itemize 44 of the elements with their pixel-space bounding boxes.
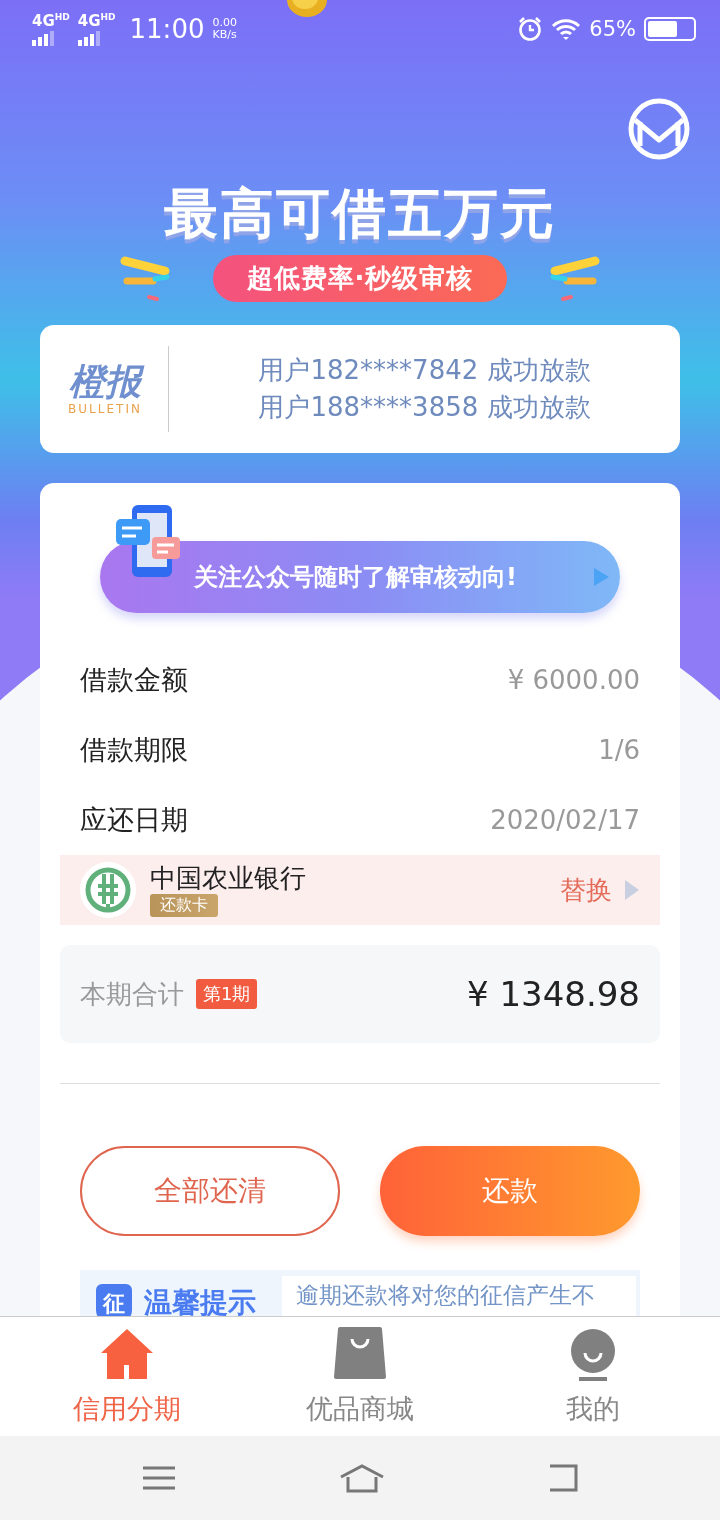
detail-label: 借款期限 (80, 733, 188, 767)
speed-unit: KB/s (212, 29, 237, 41)
back-icon[interactable] (547, 1463, 580, 1493)
shield-icon: 征 (96, 1284, 132, 1316)
loan-message: 用户182****7842 成功放款 (258, 354, 591, 386)
nav-tab[interactable]: 信用分期 (26, 1326, 227, 1427)
total-label: 本期合计 (80, 977, 184, 1011)
nav-tab[interactable]: 我的 (493, 1326, 694, 1427)
replace-link[interactable]: 替换 (560, 872, 640, 908)
network-label: 4G$^{HD}$ (32, 12, 70, 29)
tip-text: 逾期还款将对您的征信产生不 (296, 1281, 596, 1310)
bank-name: 中国农业银行 (150, 862, 306, 895)
network-label: 4G$^{HD}$ (77, 12, 116, 29)
network-speed: 0.00 (212, 17, 237, 29)
period-badge: 第1期 (196, 979, 258, 1009)
pay-all-button[interactable]: 全部还清 (80, 1146, 340, 1236)
detail-value: 1/6 (598, 735, 640, 765)
total-amount: ¥ 1348.98 (466, 974, 640, 1014)
detail-value: 2020/02/17 (490, 805, 640, 835)
headline: 最高可借五万元 (164, 181, 556, 247)
bulletin-logo-caption: BULLETIN (68, 401, 142, 416)
nav-tab[interactable]: 优品商城 (260, 1326, 460, 1427)
loan-message: 用户188****3858 成功放款 (258, 392, 591, 424)
banner-text: 关注公众号随时了解审核动向! (194, 562, 518, 593)
detail-label: 应还日期 (80, 803, 188, 837)
alarm-icon (517, 16, 544, 42)
signal-icon (32, 30, 54, 46)
repay-button[interactable]: 还款 (380, 1146, 640, 1236)
play-icon (624, 879, 640, 901)
menu-icon[interactable] (140, 1465, 177, 1491)
tip-title: 温馨提示 (144, 1285, 256, 1316)
signal-icon (77, 30, 100, 46)
follow-banner[interactable]: 关注公众号随时了解审核动向! (100, 541, 620, 613)
battery-icon (644, 17, 696, 41)
wifi-icon (551, 17, 582, 41)
card-tag: 还款卡 (150, 894, 218, 918)
clock-time: 11:00 (129, 14, 205, 44)
detail-value: ¥ 6000.00 (507, 665, 640, 695)
mail-icon[interactable] (628, 98, 690, 160)
home-outline-icon[interactable] (338, 1463, 386, 1493)
play-icon (592, 566, 610, 588)
detail-label: 借款金额 (80, 663, 188, 697)
slogan-pill: 超低费率·秒级审核 (212, 254, 508, 302)
battery-percent: 65% (589, 17, 636, 41)
